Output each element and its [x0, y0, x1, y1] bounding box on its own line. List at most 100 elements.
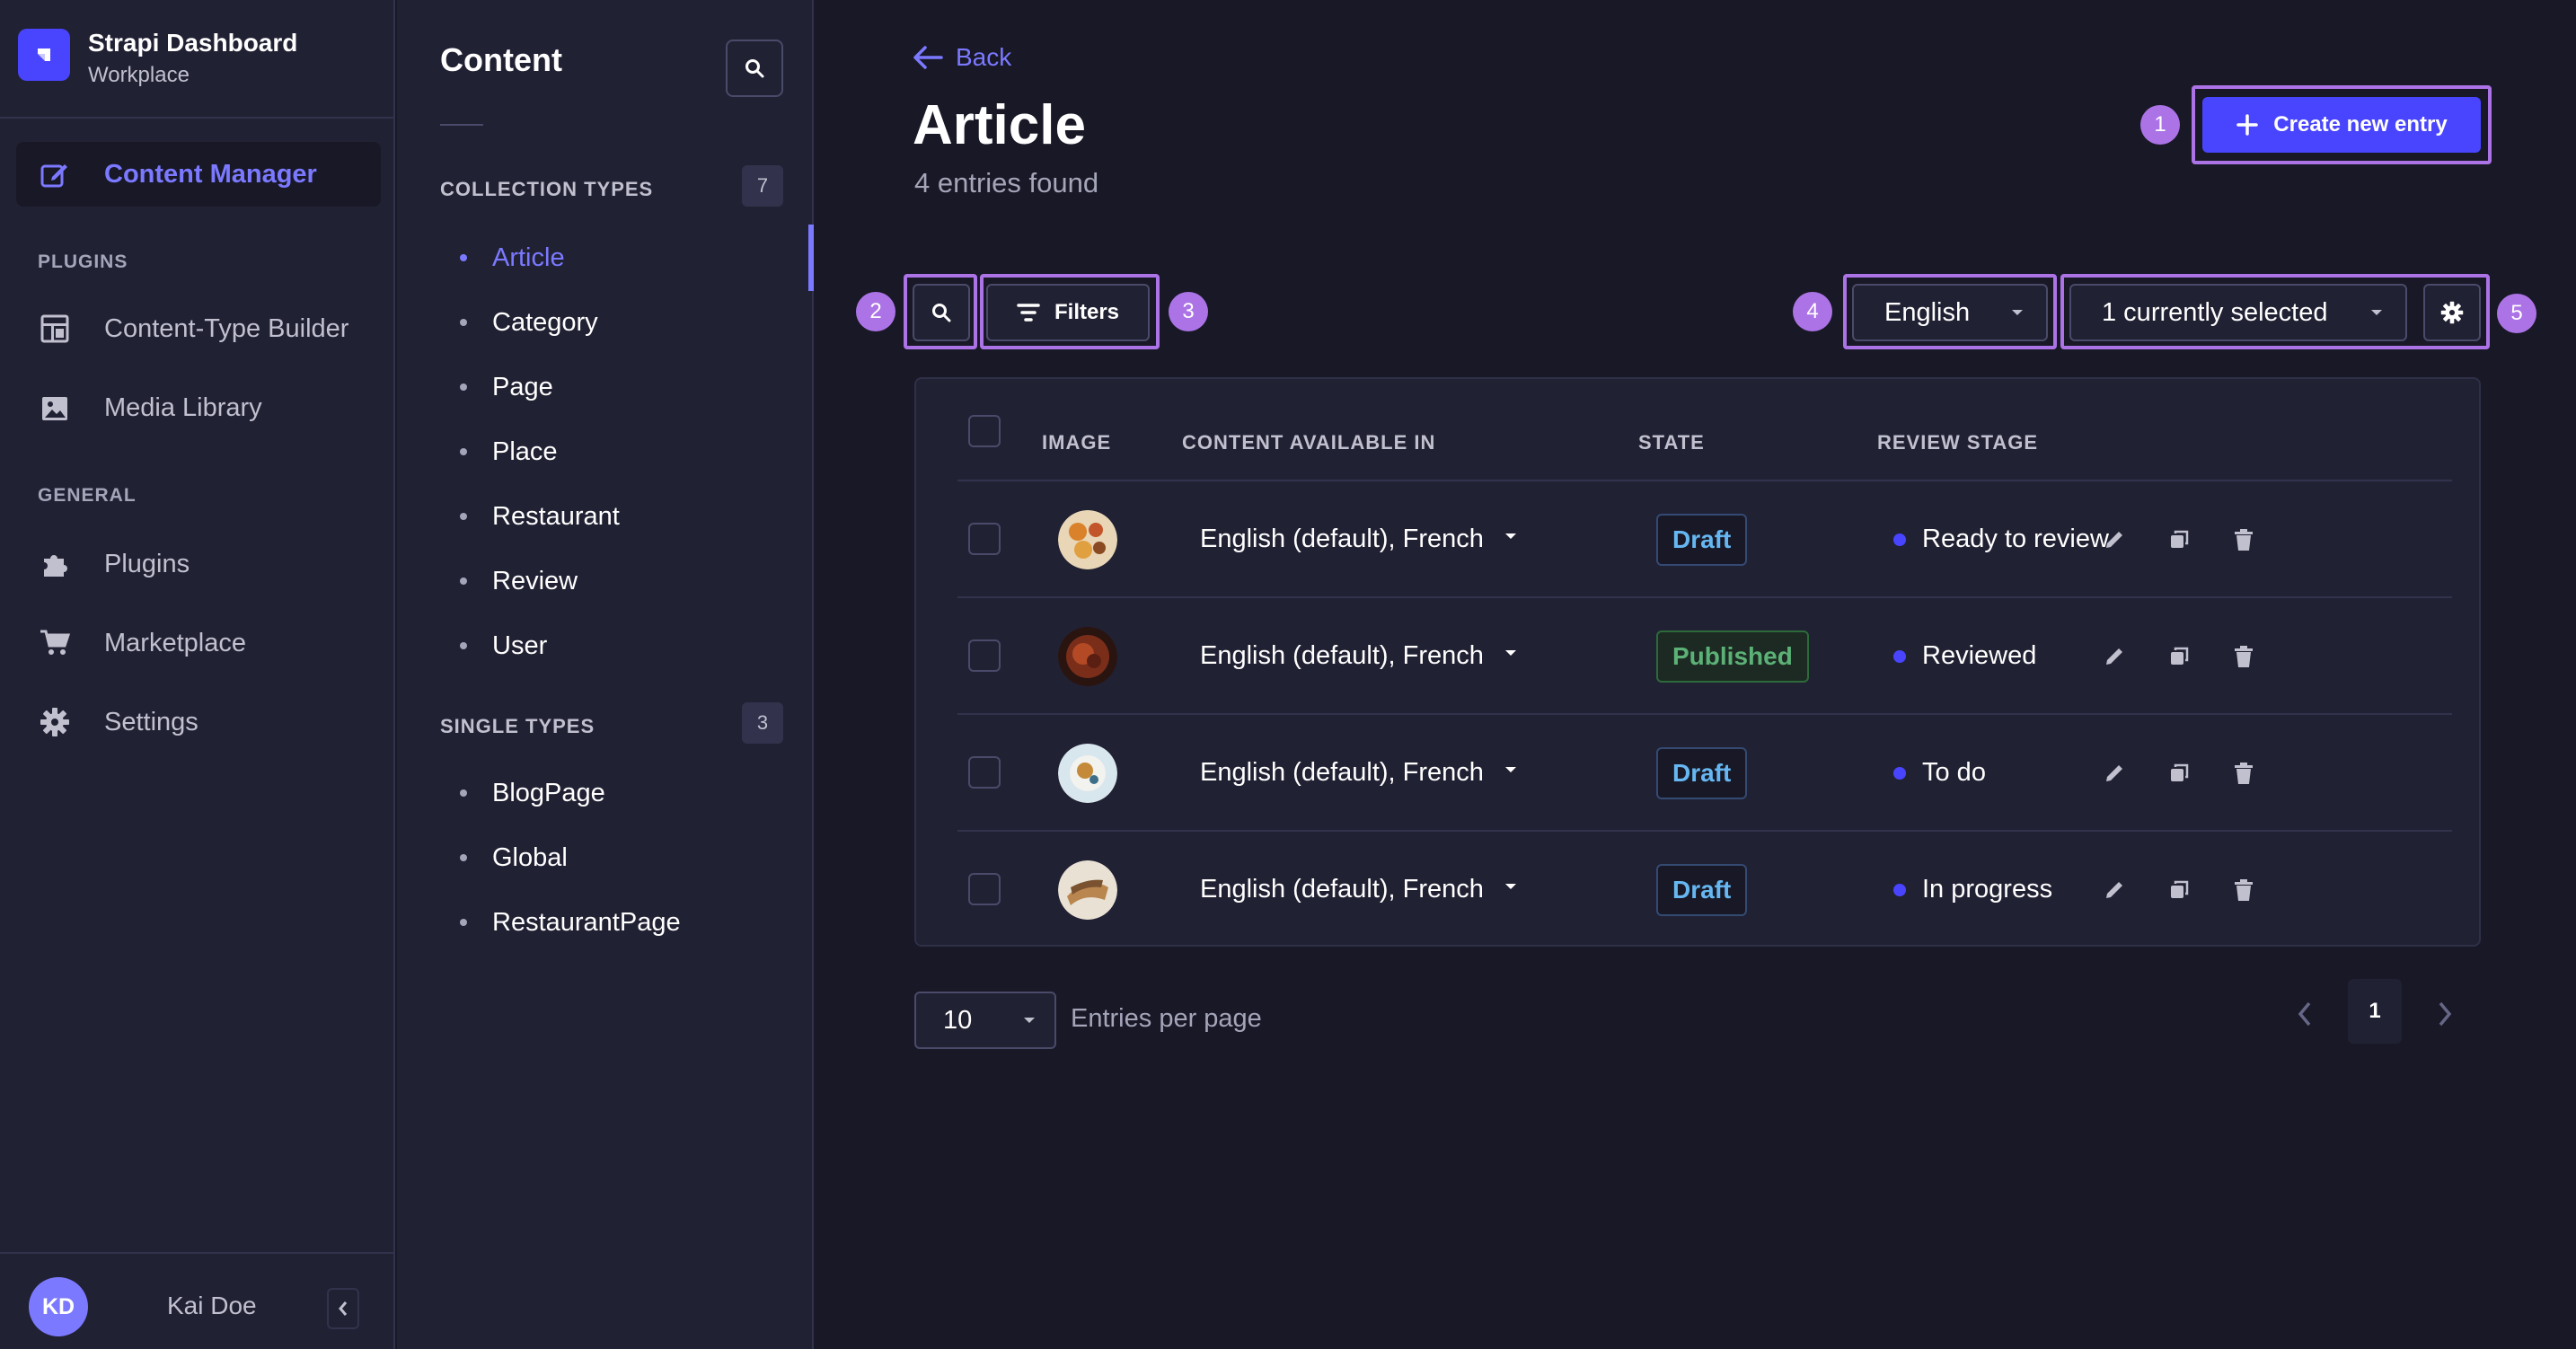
- trash-icon: [2235, 529, 2253, 551]
- delete-button[interactable]: [2226, 872, 2262, 908]
- entry-thumbnail: [1058, 744, 1117, 803]
- page-1-button[interactable]: 1: [2348, 979, 2402, 1044]
- stage-dot-icon: [1893, 766, 1906, 780]
- columns-select[interactable]: 1 currently selected: [2069, 284, 2407, 341]
- delete-button[interactable]: [2226, 522, 2262, 558]
- edit-button[interactable]: [2096, 639, 2132, 674]
- nav-label: Content Manager: [104, 159, 317, 189]
- page-size-value: 10: [943, 1005, 973, 1035]
- collection-types-count: 7: [742, 165, 783, 207]
- column-header-state[interactable]: STATE: [1638, 431, 1705, 454]
- bullet-icon: [460, 919, 467, 926]
- chevron-right-icon: [2439, 1001, 2452, 1027]
- locales-text: English (default), French: [1200, 641, 1484, 670]
- subnav-search-button[interactable]: [726, 40, 783, 97]
- nav-item-marketplace[interactable]: Marketplace: [16, 611, 381, 675]
- bullet-icon: [460, 789, 467, 797]
- single-types-count: 3: [742, 702, 783, 744]
- nav-item-media-library[interactable]: Media Library: [16, 375, 381, 440]
- filters-button[interactable]: Filters: [986, 284, 1150, 341]
- duplicate-button[interactable]: [2161, 639, 2197, 674]
- user-name[interactable]: Kai Doe: [167, 1292, 257, 1320]
- search-button[interactable]: [913, 284, 970, 341]
- delete-button[interactable]: [2226, 755, 2262, 791]
- subnav-item-restaurantpage[interactable]: RestaurantPage: [460, 900, 681, 945]
- pencil-icon: [2106, 765, 2122, 781]
- stage-dot-icon: [1893, 883, 1906, 896]
- edit-button[interactable]: [2096, 522, 2132, 558]
- gear-icon: [2440, 301, 2464, 324]
- bullet-icon: [460, 319, 467, 326]
- subnav-item-review[interactable]: Review: [460, 559, 578, 604]
- duplicate-button[interactable]: [2161, 872, 2197, 908]
- subnav-item-restaurant[interactable]: Restaurant: [460, 494, 620, 539]
- column-header-review-stage[interactable]: REVIEW STAGE: [1877, 431, 2038, 454]
- nav-section-general: GENERAL: [38, 485, 137, 506]
- nav-item-content-manager[interactable]: Content Manager: [16, 142, 381, 207]
- table-row[interactable]: English (default), French Draft Ready to…: [957, 480, 2452, 596]
- active-item-indicator: [808, 225, 814, 291]
- subnav-item-page[interactable]: Page: [460, 365, 553, 410]
- next-page-button[interactable]: [2420, 983, 2470, 1045]
- back-link[interactable]: Back: [913, 40, 1011, 75]
- row-checkbox[interactable]: [968, 756, 1001, 789]
- duplicate-button[interactable]: [2161, 522, 2197, 558]
- subnav-item-article[interactable]: Article: [460, 235, 565, 280]
- page-size-label: Entries per page: [1071, 1004, 1262, 1033]
- select-all-checkbox[interactable]: [968, 415, 1001, 447]
- locales-text: English (default), French: [1200, 758, 1484, 787]
- caret-down-icon[interactable]: [1504, 532, 1518, 541]
- bullet-icon: [460, 513, 467, 520]
- column-header-image[interactable]: IMAGE: [1042, 431, 1111, 454]
- row-checkbox[interactable]: [968, 873, 1001, 905]
- nav-item-settings[interactable]: Settings: [16, 690, 381, 754]
- subnav-item-user[interactable]: User: [460, 623, 547, 668]
- caret-down-icon[interactable]: [1504, 648, 1518, 657]
- edit-button[interactable]: [2096, 872, 2132, 908]
- table-row[interactable]: English (default), French Draft In progr…: [957, 830, 2452, 947]
- caret-down-icon[interactable]: [1504, 882, 1518, 891]
- page-title: Article: [913, 94, 1086, 156]
- avatar[interactable]: KD: [29, 1277, 88, 1336]
- subnav-item-blogpage[interactable]: BlogPage: [460, 771, 605, 816]
- nav-label: Settings: [104, 707, 198, 736]
- pencil-icon: [2106, 648, 2122, 665]
- page-size-select[interactable]: 10: [914, 992, 1056, 1049]
- list-settings-button[interactable]: [2423, 284, 2481, 341]
- previous-page-button[interactable]: [2280, 983, 2330, 1045]
- entries-table: IMAGE CONTENT AVAILABLE IN STATE REVIEW …: [914, 377, 2481, 947]
- locale-value: English: [1884, 297, 1971, 327]
- caret-down-icon: [2371, 310, 2382, 315]
- subnav-item-label: Review: [492, 566, 578, 595]
- column-header-locales[interactable]: CONTENT AVAILABLE IN: [1182, 431, 1435, 454]
- bullet-icon: [460, 254, 467, 261]
- subnav-item-place[interactable]: Place: [460, 429, 558, 474]
- table-row[interactable]: English (default), French Draft To do: [957, 713, 2452, 830]
- collapse-nav-button[interactable]: [327, 1288, 359, 1329]
- strapi-logo-icon: [18, 29, 70, 81]
- entry-thumbnail: [1058, 860, 1117, 920]
- delete-button[interactable]: [2226, 639, 2262, 674]
- nav-item-plugins[interactable]: Plugins: [16, 532, 381, 596]
- nav-item-content-type-builder[interactable]: Content-Type Builder: [16, 296, 381, 361]
- locale-select[interactable]: English: [1852, 284, 2048, 341]
- review-stage: Ready to review: [1893, 525, 2109, 554]
- subnav-item-label: Restaurant: [492, 501, 620, 531]
- main-navigation: Strapi Dashboard Workplace Content Manag…: [0, 0, 395, 1349]
- duplicate-button[interactable]: [2161, 755, 2197, 791]
- row-checkbox[interactable]: [968, 523, 1001, 555]
- subnav-item-category[interactable]: Category: [460, 300, 598, 345]
- subnav-item-global[interactable]: Global: [460, 835, 568, 880]
- row-checkbox[interactable]: [968, 639, 1001, 672]
- status-badge: Published: [1656, 630, 1809, 683]
- create-new-entry-button[interactable]: Create new entry: [2202, 97, 2481, 153]
- subnav-divider: [440, 124, 483, 126]
- trash-icon: [2235, 763, 2253, 784]
- bullet-icon: [460, 642, 467, 649]
- callout-badge: 5: [2497, 294, 2536, 333]
- caret-down-icon[interactable]: [1504, 765, 1518, 774]
- pencil-icon: [2106, 532, 2122, 548]
- status-badge: Draft: [1656, 747, 1748, 799]
- table-row[interactable]: English (default), French Published Revi…: [957, 596, 2452, 713]
- edit-button[interactable]: [2096, 755, 2132, 791]
